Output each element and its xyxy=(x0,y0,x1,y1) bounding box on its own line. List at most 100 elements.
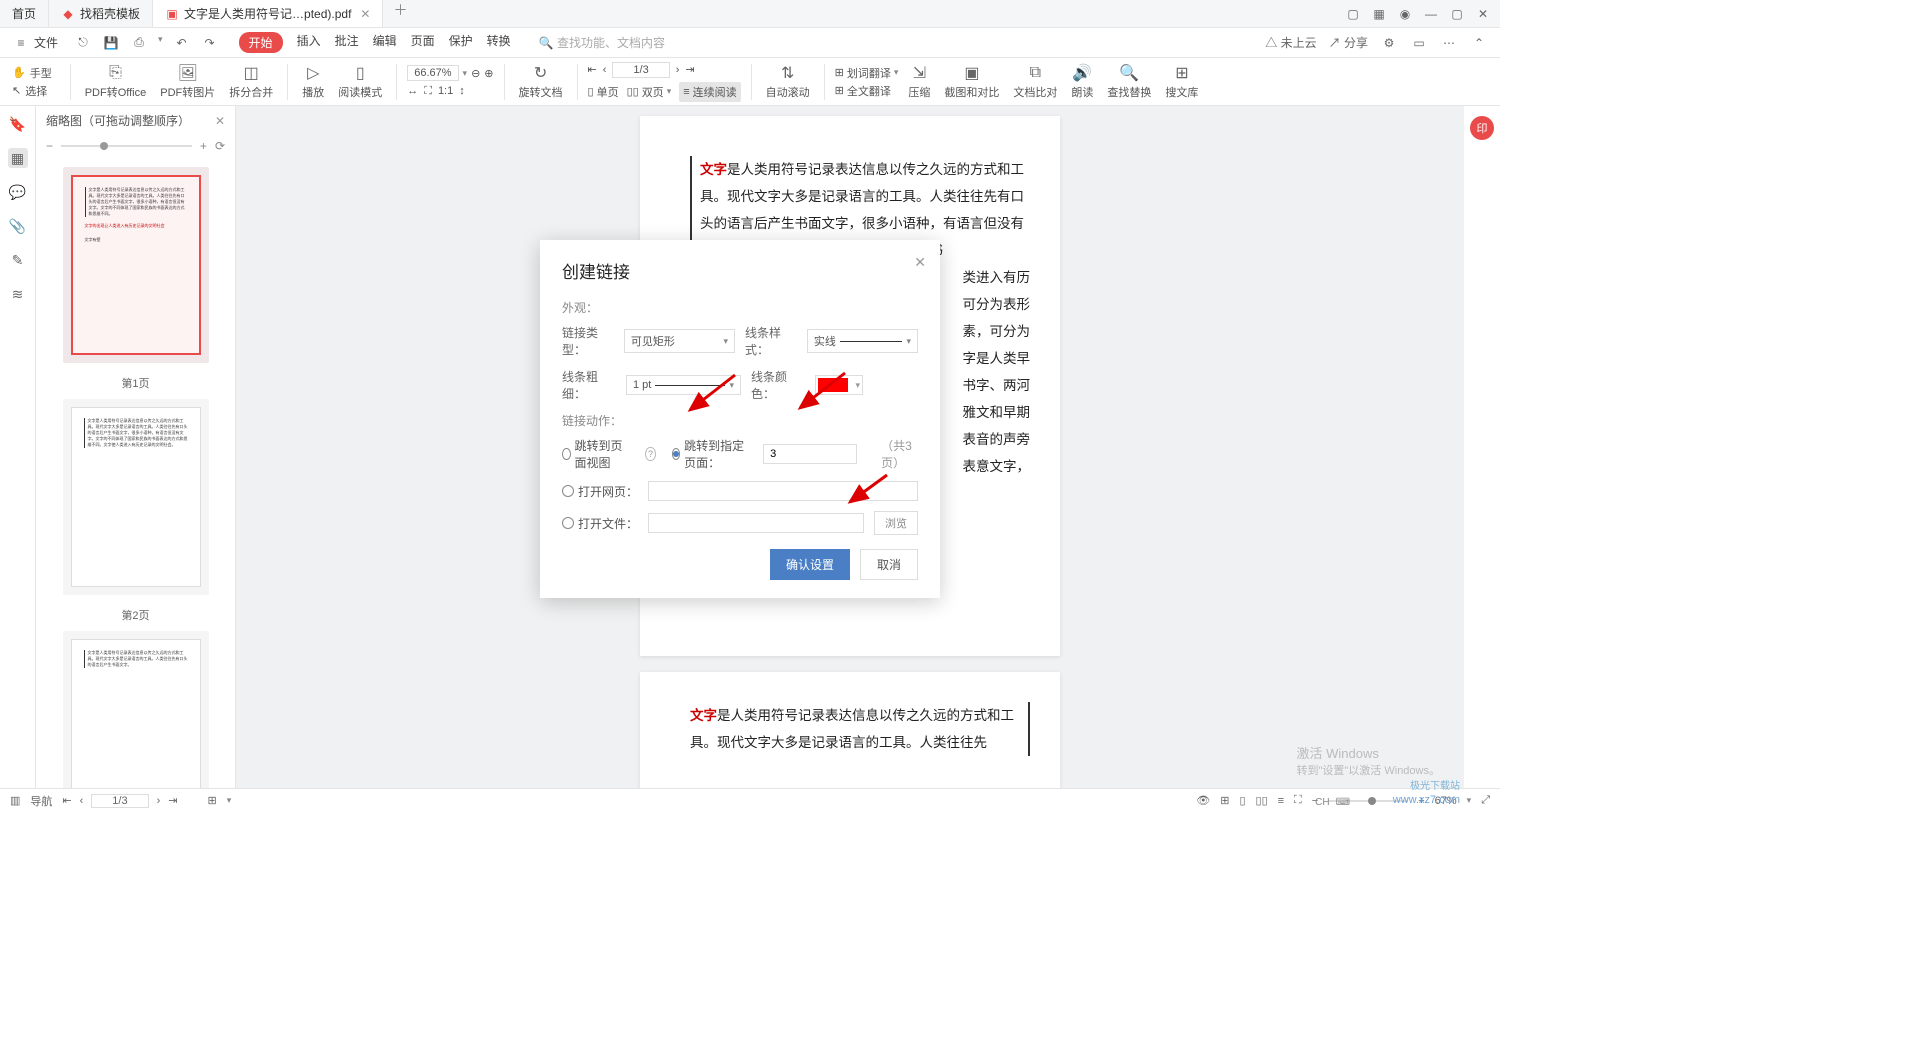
menu-tab-insert[interactable]: 插入 xyxy=(297,32,321,53)
menu-tab-convert[interactable]: 转换 xyxy=(487,32,511,53)
tab-file[interactable]: ▣ 文字是人类用符号记…pted).pdf ✕ xyxy=(153,0,383,27)
layers-icon[interactable]: ≋ xyxy=(8,284,28,304)
thumbnail-page-2[interactable]: 文字是人类用符号记录表达信息以传之久远的方式和工具。现代文字大多是记录语言的工具… xyxy=(71,407,201,587)
grid-icon[interactable]: ▦ xyxy=(1372,7,1386,21)
thumbnail-page-1[interactable]: 文字是人类用符号记录表达信息以传之久远的方式和工具。现代文字大多是记录语言的工具… xyxy=(71,175,201,355)
menu-tab-page[interactable]: 页面 xyxy=(411,32,435,53)
search-box[interactable]: 🔍 查找功能、文档内容 xyxy=(539,34,665,51)
save-icon[interactable]: 💾 xyxy=(102,34,120,52)
url-input[interactable] xyxy=(648,481,918,501)
first-page-icon[interactable]: ⇤ xyxy=(588,63,597,76)
continuous-read[interactable]: ≡ 连续阅读 xyxy=(679,82,740,102)
thumbnail-icon[interactable]: ▦ xyxy=(8,148,28,168)
nav-toggle-icon[interactable]: ▥ xyxy=(10,794,20,807)
cloud-status[interactable]: △ 未上云 xyxy=(1265,34,1316,51)
close-window-icon[interactable]: ✕ xyxy=(1476,7,1490,21)
thumb-rotate-icon[interactable]: ⟳ xyxy=(215,139,225,153)
menu-tab-protect[interactable]: 保护 xyxy=(449,32,473,53)
compress[interactable]: ⇲压缩 xyxy=(904,64,934,100)
share-button[interactable]: ↗ 分享 xyxy=(1329,34,1368,51)
page-field[interactable]: 1/3 xyxy=(612,62,669,78)
maximize-icon[interactable]: ▢ xyxy=(1450,7,1464,21)
full-translate[interactable]: ⊞ 全文翻译 xyxy=(835,83,899,99)
actual-size-icon[interactable]: 1:1 xyxy=(438,85,453,98)
confirm-button[interactable]: 确认设置 xyxy=(770,549,850,580)
radio-jump-page[interactable]: 跳转到指定页面： xyxy=(672,437,748,471)
cancel-button[interactable]: 取消 xyxy=(860,549,918,580)
read-mode[interactable]: ▯阅读模式 xyxy=(334,64,386,100)
last-page-icon[interactable]: ⇥ xyxy=(685,63,694,76)
user-icon[interactable]: ◉ xyxy=(1398,7,1412,21)
signature-icon[interactable]: ✎ xyxy=(8,250,28,270)
linktype-select[interactable]: 可见矩形▾ xyxy=(624,329,735,353)
rotate-doc[interactable]: ↻旋转文档 xyxy=(515,64,567,100)
tab-template[interactable]: ◆ 找稻壳模板 xyxy=(49,0,153,27)
help-icon[interactable]: ? xyxy=(645,447,655,461)
first-page-btn[interactable]: ⇤ xyxy=(62,794,71,807)
view-double-icon[interactable]: ▯▯ xyxy=(1256,794,1268,807)
fit-page-icon[interactable]: ⛶ xyxy=(424,85,432,98)
menu-tab-edit[interactable]: 编辑 xyxy=(373,32,397,53)
expand-icon[interactable]: ⤢ xyxy=(1481,794,1490,807)
single-page[interactable]: ▯ 单页 xyxy=(588,84,619,100)
prev-page-btn[interactable]: ‹ xyxy=(80,795,84,807)
read-aloud[interactable]: 🔊朗读 xyxy=(1067,64,1097,100)
view-continuous-icon[interactable]: ≡ xyxy=(1278,795,1284,807)
linecolor-select[interactable]: ▾ xyxy=(815,375,863,395)
radio-jump-view[interactable]: 跳转到页面视图 xyxy=(562,437,629,471)
nav-label[interactable]: 导航 xyxy=(30,793,52,809)
select-tool[interactable]: ↖选择 xyxy=(12,83,52,99)
collapse-icon[interactable]: ⌃ xyxy=(1470,34,1488,52)
fit-height-icon[interactable]: ↕ xyxy=(459,85,465,98)
search-library[interactable]: ⊞搜文库 xyxy=(1161,64,1202,100)
radio-open-file[interactable]: 打开文件： xyxy=(562,515,638,532)
last-page-btn[interactable]: ⇥ xyxy=(168,794,177,807)
layout-icon[interactable]: ▢ xyxy=(1346,7,1360,21)
pdf-to-office[interactable]: ⎘PDF转Office xyxy=(81,64,151,100)
layout-toggle-icon[interactable]: ⊞ xyxy=(207,794,216,807)
print-icon[interactable]: ⎙ xyxy=(130,34,148,52)
print-dropdown-icon[interactable]: ▾ xyxy=(158,34,163,52)
lineweight-select[interactable]: 1 pt▾ xyxy=(626,375,741,395)
file-compare[interactable]: ⧉文档比对 xyxy=(1009,64,1061,100)
redo-icon[interactable]: ↷ xyxy=(201,34,219,52)
tools-icon[interactable]: ⊞ xyxy=(1220,794,1229,807)
minimize-icon[interactable]: — xyxy=(1424,7,1438,21)
eye-icon[interactable]: 👁 xyxy=(1196,794,1210,807)
next-page-btn[interactable]: › xyxy=(157,795,161,807)
more-icon[interactable]: ⋯ xyxy=(1440,34,1458,52)
window-mode-icon[interactable]: ▭ xyxy=(1410,34,1428,52)
pdf-to-image[interactable]: 🖼PDF转图片 xyxy=(156,64,219,100)
tab-close-icon[interactable]: ✕ xyxy=(360,7,370,21)
notification-badge[interactable]: 印 xyxy=(1470,116,1494,140)
open-icon[interactable]: ⎋ xyxy=(74,34,92,52)
play-button[interactable]: ▷播放 xyxy=(298,64,328,100)
file-input[interactable] xyxy=(648,513,864,533)
dialog-close-icon[interactable]: ✕ xyxy=(914,254,926,271)
zoom-in-icon[interactable]: ⊕ xyxy=(484,67,493,80)
browse-button[interactable]: 浏览 xyxy=(874,511,918,535)
prev-page-icon[interactable]: ‹ xyxy=(603,64,607,76)
split-merge[interactable]: ◫拆分合并 xyxy=(225,64,277,100)
comment-icon[interactable]: 💬 xyxy=(8,182,28,202)
undo-icon[interactable]: ↶ xyxy=(173,34,191,52)
auto-scroll[interactable]: ⇅自动滚动 xyxy=(762,64,814,100)
fit-width-icon[interactable]: ↔ xyxy=(407,85,418,98)
attachment-icon[interactable]: 📎 xyxy=(8,216,28,236)
fit-icon[interactable]: ⛶ xyxy=(1294,794,1302,807)
radio-open-web[interactable]: 打开网页： xyxy=(562,483,638,500)
zoom-dropdown-icon[interactable]: ▾ xyxy=(463,68,468,79)
hand-tool[interactable]: ✋手型 xyxy=(12,65,52,81)
page-indicator[interactable]: 1/3 xyxy=(91,794,148,808)
bookmark-icon[interactable]: 🔖 xyxy=(8,114,28,134)
gear-icon[interactable]: ⚙ xyxy=(1380,34,1398,52)
menu-tab-annotate[interactable]: 批注 xyxy=(335,32,359,53)
menu-tab-start[interactable]: 开始 xyxy=(239,32,283,53)
page-number-input[interactable] xyxy=(763,444,857,464)
tab-add-button[interactable]: ＋ xyxy=(383,0,417,27)
linestyle-select[interactable]: 实线▾ xyxy=(807,329,918,353)
thumb-zoom-slider[interactable] xyxy=(61,145,192,147)
thumb-zoom-in-icon[interactable]: + xyxy=(200,139,207,153)
find-replace[interactable]: 🔍查找替换 xyxy=(1103,64,1155,100)
screenshot-compare[interactable]: ▣截图和对比 xyxy=(940,64,1003,100)
